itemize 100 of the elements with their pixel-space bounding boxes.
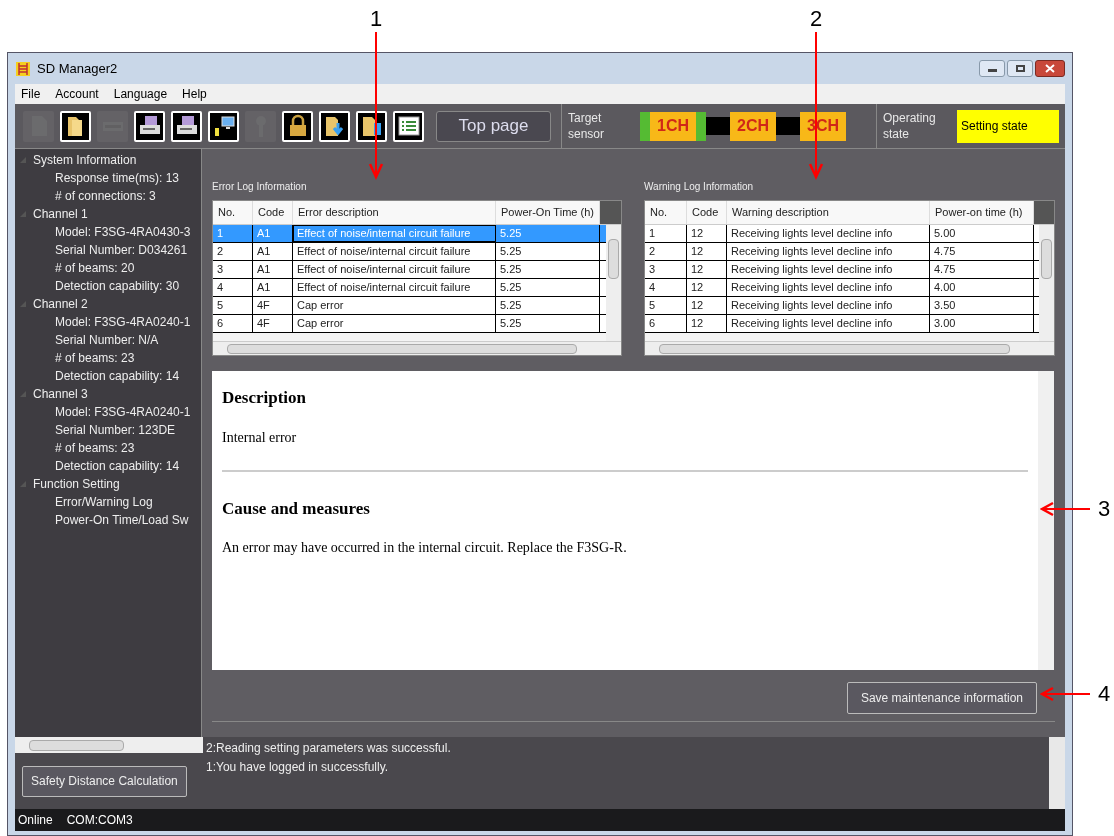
toolbar-button[interactable]	[282, 110, 313, 142]
expanded-triangle-icon[interactable]	[19, 210, 27, 218]
table-cell: 5.00	[930, 225, 1034, 242]
maximize-button[interactable]	[1007, 60, 1033, 77]
tree-item[interactable]: Detection capability: 30	[55, 277, 180, 295]
column-header[interactable]: Code	[687, 201, 727, 224]
column-header[interactable]: No.	[645, 201, 687, 224]
tree-item[interactable]: Channel 2	[33, 295, 88, 313]
operating-state-value: Setting state	[957, 109, 1059, 143]
callout-number: 2	[809, 8, 823, 30]
table-cell: 5	[213, 297, 253, 314]
table-row[interactable]: 6 12 Receiving lights level decline info 3.00	[645, 315, 1039, 333]
table-row[interactable]: 5 12 Receiving lights level decline info 3.50	[645, 297, 1039, 315]
cause-text: An error may have occurred in the internal circuit. Replace the F3SG-R.	[222, 539, 628, 557]
table-cell: 4.75	[930, 261, 1034, 278]
table-cell: 4F	[253, 297, 293, 314]
toolbar-button[interactable]	[60, 110, 91, 142]
expanded-triangle-icon[interactable]	[19, 156, 27, 164]
minimize-button[interactable]	[979, 60, 1005, 77]
table-cell: 1	[213, 225, 253, 242]
close-button[interactable]	[1035, 60, 1065, 77]
column-header[interactable]: No.	[213, 201, 253, 224]
description-text: Internal error	[222, 428, 298, 447]
table-cell: 5.25	[496, 279, 600, 296]
tree-item[interactable]: # of connections: 3	[55, 187, 156, 205]
section-title: Warning Log Information	[644, 180, 755, 194]
menu-item[interactable]: File	[21, 85, 41, 103]
tree-item[interactable]: Detection capability: 14	[55, 457, 180, 475]
table-row[interactable]: 2 12 Receiving lights level decline info 4.75	[645, 243, 1039, 261]
expanded-triangle-icon[interactable]	[19, 390, 27, 398]
table-cell: 3	[645, 261, 687, 278]
column-header[interactable]: Warning description	[727, 201, 930, 224]
expanded-triangle-icon[interactable]	[19, 300, 27, 308]
tree-item[interactable]: # of beams: 20	[55, 259, 135, 277]
table-row[interactable]: 1 12 Receiving lights level decline info 5.00	[645, 225, 1039, 243]
save-maintenance-button[interactable]: Save maintenance information	[846, 682, 1037, 714]
callout-number: 3	[1098, 498, 1111, 520]
menu-item[interactable]: Language	[113, 85, 168, 103]
horizontal-scrollbar[interactable]	[213, 341, 621, 355]
table-cell: 5.25	[496, 225, 600, 242]
column-header[interactable]: Error description	[293, 201, 496, 224]
tree-item[interactable]: Detection capability: 14	[55, 367, 180, 385]
table-row[interactable]: 2 A1 Effect of noise/internal circuit failure 5.25	[213, 243, 606, 261]
toolbar-button[interactable]	[356, 110, 387, 142]
toolbar-button[interactable]	[171, 110, 202, 142]
tree-item[interactable]: Model: F3SG-4RA0430-3	[55, 223, 191, 241]
tree-item[interactable]: # of beams: 23	[55, 439, 135, 457]
table-cell: Effect of noise/internal circuit failure	[293, 261, 496, 278]
menu-item[interactable]: Help	[182, 85, 207, 103]
safety-distance-button[interactable]: Safety Distance Calculation	[22, 765, 187, 797]
tree-item[interactable]: Power-On Time/Load Sw	[55, 511, 189, 529]
horizontal-scrollbar[interactable]	[15, 737, 203, 753]
table-cell: 5.25	[496, 315, 600, 332]
table-row[interactable]: 5 4F Cap error 5.25	[213, 297, 606, 315]
vertical-scrollbar[interactable]	[606, 225, 621, 341]
tree-item[interactable]: Channel 3	[33, 385, 88, 403]
table-cell: 4F	[253, 315, 293, 332]
vertical-scrollbar[interactable]	[1038, 371, 1054, 670]
tree-item[interactable]: Serial Number: 123DE	[55, 421, 176, 439]
tree-item[interactable]: # of beams: 23	[55, 349, 135, 367]
table-cell: 3.00	[930, 315, 1034, 332]
toolbar-button[interactable]	[393, 110, 424, 142]
callout-arrow	[1040, 501, 1092, 517]
tree-item[interactable]: Error/Warning Log	[55, 493, 153, 511]
top-page-button[interactable]: Top page	[436, 110, 551, 142]
table-cell: 12	[687, 225, 727, 242]
toolbar-button[interactable]	[134, 110, 165, 142]
tree-item[interactable]: Serial Number: D034261	[55, 241, 188, 259]
menu-item[interactable]: Account	[55, 85, 99, 103]
table-row[interactable]: 6 4F Cap error 5.25	[213, 315, 606, 333]
table-cell: Receiving lights level decline info	[727, 243, 930, 260]
column-header[interactable]: Code	[253, 201, 293, 224]
tree-item[interactable]: Response time(ms): 13	[55, 169, 180, 187]
table-row[interactable]: 3 A1 Effect of noise/internal circuit failure 5.25	[213, 261, 606, 279]
vertical-scrollbar[interactable]	[1039, 225, 1054, 341]
table-cell: 2	[645, 243, 687, 260]
status-text: COM:COM3	[66, 812, 133, 829]
channel-connector	[706, 117, 730, 135]
section-title: Error Log Information	[212, 180, 308, 194]
horizontal-scrollbar[interactable]	[645, 341, 1054, 355]
expanded-triangle-icon[interactable]	[19, 480, 27, 488]
vertical-scrollbar[interactable]	[1049, 737, 1065, 809]
tree-item[interactable]: System Information	[33, 151, 137, 169]
table-cell: 1	[645, 225, 687, 242]
table-cell: 12	[687, 261, 727, 278]
table-cell: A1	[253, 243, 293, 260]
tree-item[interactable]: Serial Number: N/A	[55, 331, 159, 349]
tree-item[interactable]: Model: F3SG-4RA0240-1	[55, 313, 191, 331]
tree-item[interactable]: Function Setting	[33, 475, 120, 493]
table-cell: 3	[213, 261, 253, 278]
tree-item[interactable]: Model: F3SG-4RA0240-1	[55, 403, 191, 421]
table-cell: 6	[645, 315, 687, 332]
tree-item[interactable]: Channel 1	[33, 205, 88, 223]
toolbar-button[interactable]	[319, 110, 350, 142]
table-row[interactable]: 3 12 Receiving lights level decline info 4.75	[645, 261, 1039, 279]
table-row[interactable]: 4 A1 Effect of noise/internal circuit failure 5.25	[213, 279, 606, 297]
table-row[interactable]: 4 12 Receiving lights level decline info 4.00	[645, 279, 1039, 297]
toolbar-button[interactable]	[208, 110, 239, 142]
table-cell: Effect of noise/internal circuit failure	[293, 279, 496, 296]
table-cell: Receiving lights level decline info	[727, 279, 930, 296]
